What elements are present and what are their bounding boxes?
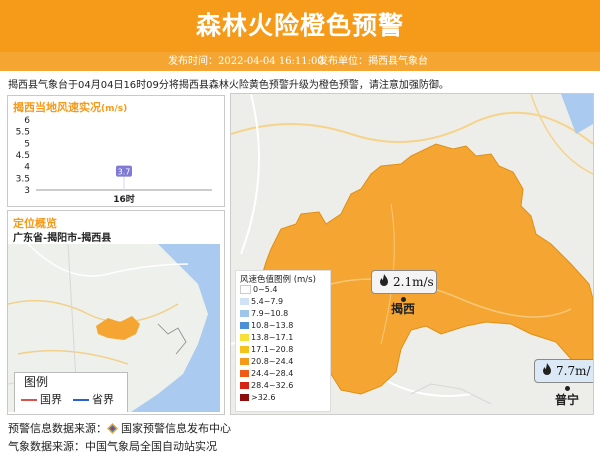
swatch-5 — [240, 346, 249, 353]
fire-icon-puning — [541, 360, 553, 382]
swatch-6 — [240, 358, 249, 365]
legend-row-1-label: 5.4~7.9 — [251, 297, 284, 306]
legend-row-3-label: 10.8~13.8 — [251, 321, 294, 330]
publish-info-bar: 发布时间：2022-04-04 16:11:00 发布单位：揭西县气象台 — [0, 52, 600, 71]
fire-icon-puning-svg — [543, 363, 551, 375]
swatch-0 — [240, 285, 251, 294]
y-tick-label: 3 — [24, 186, 30, 196]
legend-row-2-label: 7.9~10.8 — [251, 309, 289, 318]
y-tick-label: 4 — [24, 163, 30, 173]
wind-speed-panel: 揭西当地风速实况(m/s) 3 3.5 4 4.5 5 5.5 6 3.7 16时 — [7, 95, 225, 207]
y-tick-label: 5.5 — [16, 128, 30, 138]
legend-row-4-label: 13.8~17.1 — [251, 333, 294, 342]
wind-speed-chart: 3 3.54 4.5 55.5 6 3.7 16时 — [16, 116, 212, 205]
minimap-legend: 图例 国界 省界 — [14, 372, 128, 412]
fire-icon — [378, 271, 390, 293]
warning-center-logo-svg — [107, 423, 118, 434]
province-border-swatch — [73, 399, 89, 401]
wind-panel-title-text: 揭西当地风速实况 — [13, 101, 101, 114]
warning-description: 揭西县气象台于04月04日16时09分将揭西县森林火险黄色预警升级为橙色预警，请… — [8, 80, 449, 91]
legend-row-9-label: >32.6 — [251, 393, 276, 402]
swatch-9 — [240, 394, 249, 401]
publish-unit: 发布单位：揭西县气象台 — [318, 56, 428, 67]
fire-icon-svg — [380, 274, 388, 286]
y-tick-label: 3.5 — [16, 174, 30, 184]
station-speed-puning: 7.7m/ — [556, 364, 591, 378]
legend-row-6-label: 20.8~24.4 — [251, 357, 294, 366]
station-speed-jiexi: 2.1m/s — [393, 275, 434, 289]
legend-row-3: 10.8~13.8 — [240, 321, 293, 331]
overview-minimap[interactable]: 图例 国界 省界 — [8, 244, 220, 412]
data-label: 3.7 — [118, 168, 131, 177]
swatch-8 — [240, 382, 249, 389]
station-badge-puning[interactable]: 7.7m/ — [534, 359, 593, 383]
legend-row-0-label: 0~5.4 — [253, 285, 278, 294]
legend-row-4: 13.8~17.1 — [240, 333, 293, 343]
wind-panel-unit: (m/s) — [101, 104, 128, 114]
footer-warning-source-label: 预警信息数据来源： — [8, 422, 107, 435]
wind-panel-title: 揭西当地风速实况(m/s) — [13, 99, 127, 115]
header-bar: 森林火险橙色预警 — [0, 0, 600, 52]
swatch-7 — [240, 370, 249, 377]
wind-color-legend: 风速色值图例 (m/s) 0~5.4 5.4~7.9 7.9~10.8 10.8… — [235, 270, 331, 412]
y-tick-label: 6 — [24, 116, 30, 126]
legend-row-7-label: 24.4~28.4 — [251, 369, 294, 378]
minimap-legend-title: 图例 — [24, 375, 49, 389]
swatch-2 — [240, 310, 249, 317]
legend-row-6: 20.8~24.4 — [240, 357, 293, 367]
legend-item-national: 国界 — [21, 391, 62, 407]
publish-time: 发布时间：2022-04-04 16:11:00 — [168, 56, 324, 67]
page-title: 森林火险橙色预警 — [195, 11, 404, 40]
y-tick-label: 4.5 — [16, 151, 30, 161]
place-label-jiexi: 揭西 — [391, 302, 416, 316]
legend-row-0: 0~5.4 — [240, 285, 278, 295]
swatch-4 — [240, 334, 249, 341]
legend-province-label: 省界 — [92, 393, 114, 406]
national-border-swatch — [21, 399, 37, 401]
swatch-3 — [240, 322, 249, 329]
wind-legend-title: 风速色值图例 (m/s) — [240, 275, 316, 285]
legend-row-5: 17.1~20.8 — [240, 345, 293, 355]
main-map[interactable]: 风速色值图例 (m/s) 0~5.4 5.4~7.9 7.9~10.8 10.8… — [230, 93, 594, 415]
y-tick-label: 5 — [24, 139, 30, 149]
legend-national-label: 国界 — [40, 393, 62, 406]
station-badge-jiexi[interactable]: 2.1m/s — [371, 270, 437, 294]
legend-item-province: 省界 — [73, 391, 114, 407]
location-path: 广东省-揭阳市-揭西县 — [13, 233, 112, 244]
warning-center-logo-icon — [107, 423, 118, 434]
legend-row-7: 24.4~28.4 — [240, 369, 293, 379]
legend-row-8: 28.4~32.6 — [240, 381, 293, 391]
legend-row-9: >32.6 — [240, 393, 276, 403]
footer-weather-source: 气象数据来源：中国气象局全国自动站实况 — [8, 440, 217, 453]
place-label-puning: 普宁 — [555, 393, 580, 407]
swatch-1 — [240, 298, 249, 305]
legend-row-8-label: 28.4~32.6 — [251, 381, 294, 390]
footer-warning-center: 国家预警信息发布中心 — [121, 422, 231, 435]
x-tick-label: 16时 — [113, 193, 135, 205]
legend-row-5-label: 17.1~20.8 — [251, 345, 294, 354]
legend-row-1: 5.4~7.9 — [240, 297, 283, 307]
legend-row-2: 7.9~10.8 — [240, 309, 288, 319]
location-panel: 定位概览 广东省-揭阳市-揭西县 图例 国界 省界 — [7, 210, 225, 415]
footer-warning-source: 预警信息数据来源： 国家预警信息发布中心 — [8, 420, 231, 436]
